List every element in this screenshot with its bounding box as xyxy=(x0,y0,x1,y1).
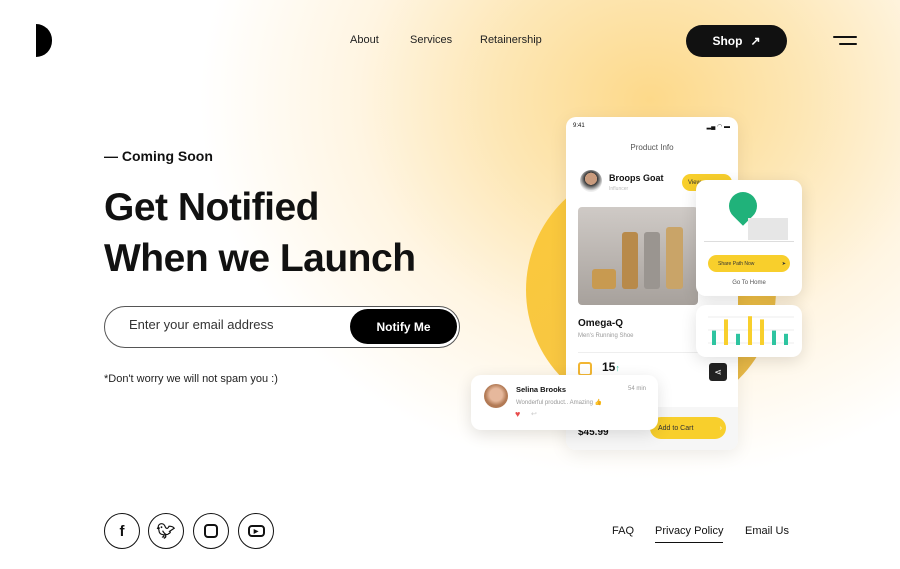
user-role: Influncer xyxy=(609,186,629,192)
faq-link[interactable]: FAQ xyxy=(612,525,634,537)
email-us-link[interactable]: Email Us xyxy=(745,525,789,537)
privacy-policy-link[interactable]: Privacy Policy xyxy=(655,525,724,543)
nav-about[interactable]: About xyxy=(350,34,379,46)
chart-bar xyxy=(736,333,740,345)
reply-icon[interactable]: ↩ xyxy=(531,410,537,418)
chart-card xyxy=(696,305,802,357)
notify-button[interactable]: Notify Me xyxy=(350,309,457,344)
email-input[interactable] xyxy=(129,317,339,332)
chart-bar xyxy=(724,319,728,345)
chart-bar xyxy=(772,330,776,345)
share-path-button[interactable]: Share Path Now ➤ xyxy=(708,255,790,272)
status-time: 9:41 xyxy=(573,123,585,129)
eyebrow: — Coming Soon xyxy=(104,148,213,164)
comment-text: Wonderful product.. Amazing 👍 xyxy=(516,400,603,406)
page-title: Get Notified When we Launch xyxy=(104,186,416,280)
comment-card: Selina Brooks 54 min Wonderful product..… xyxy=(471,375,658,430)
badge-icon xyxy=(578,362,592,376)
avatar xyxy=(580,170,602,192)
shop-label: Shop xyxy=(712,34,743,48)
facebook-icon[interactable]: f xyxy=(104,513,140,549)
product-image xyxy=(578,207,698,305)
email-form: Notify Me xyxy=(104,306,460,348)
chart-bar xyxy=(748,316,752,345)
go-home-link[interactable]: Go To Home xyxy=(696,280,802,286)
chart-bar xyxy=(712,330,716,345)
instagram-icon[interactable] xyxy=(193,513,229,549)
commenter-name: Selina Brooks xyxy=(516,385,567,394)
map-card: Share Path Now ➤ Go To Home xyxy=(696,180,802,296)
product-name: Omega-Q xyxy=(578,318,624,329)
bar-chart xyxy=(708,316,794,345)
shop-button[interactable]: Shop ↗ xyxy=(686,25,787,57)
user-name: Broops Goat xyxy=(609,173,664,183)
nav-retainership[interactable]: Retainership xyxy=(480,34,542,46)
chart-bar xyxy=(784,333,788,345)
signal-wifi-battery-icon: ▂▄ ◠ ▬ xyxy=(706,124,730,130)
house-illustration xyxy=(748,218,788,240)
screen-title: Product Info xyxy=(630,143,674,152)
add-to-cart-button[interactable]: Add to Cart › xyxy=(650,417,726,439)
comment-time: 54 min xyxy=(627,386,646,392)
heart-icon[interactable]: ♥ xyxy=(515,409,520,419)
share-icon[interactable]: ⋖ xyxy=(709,363,727,381)
avatar xyxy=(484,384,508,408)
hamburger-menu-icon[interactable] xyxy=(833,36,857,46)
youtube-icon[interactable]: ▶ xyxy=(238,513,274,549)
product-subtitle: Men's Running Shoe xyxy=(578,333,634,339)
chart-bar xyxy=(760,319,764,345)
twitter-icon[interactable]: 🐦︎ xyxy=(148,513,184,549)
points-value: 15 xyxy=(602,360,616,374)
arrow-up-right-icon: ↗ xyxy=(750,34,761,48)
arrow-up-icon: ↑ xyxy=(615,363,620,373)
send-icon: ➤ xyxy=(781,260,786,267)
nav-services[interactable]: Services xyxy=(410,34,452,46)
chevron-right-icon: › xyxy=(719,424,722,432)
logo[interactable] xyxy=(36,24,52,57)
spam-note: *Don't worry we will not spam you :) xyxy=(104,373,278,385)
